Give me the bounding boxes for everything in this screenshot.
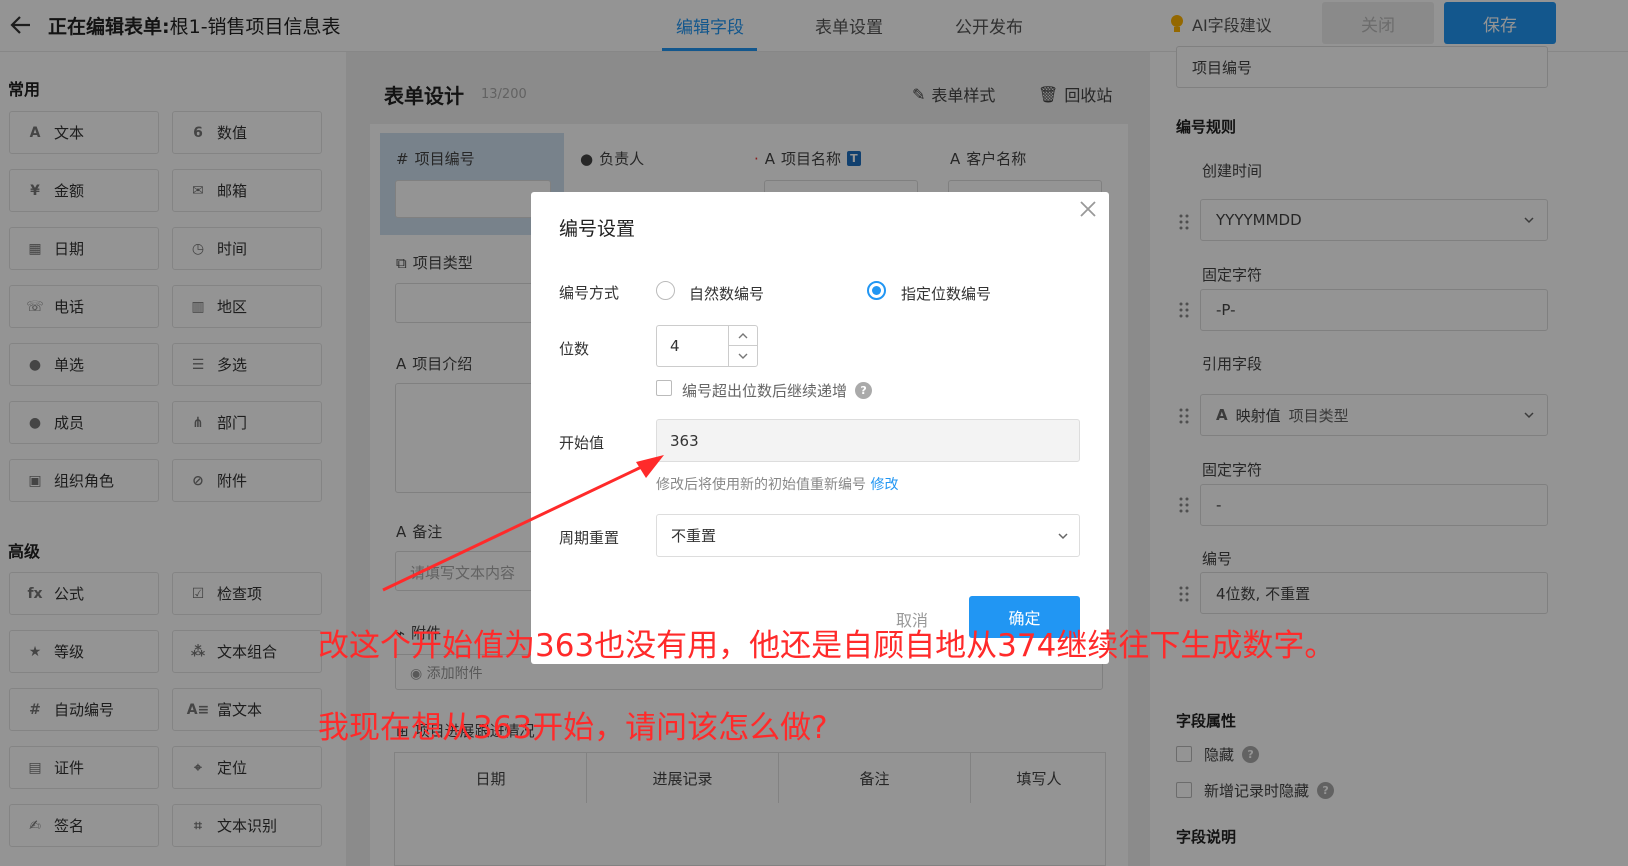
natural-number-radio[interactable] — [656, 281, 675, 300]
decrement-button[interactable] — [729, 346, 757, 366]
digits-input[interactable] — [656, 325, 728, 367]
overflow-label: 编号超出位数后继续递增 — [682, 382, 848, 400]
cycle-reset-select[interactable]: 不重置 — [656, 514, 1080, 557]
overflow-checkbox[interactable] — [656, 380, 672, 396]
dialog-title: 编号设置 — [559, 218, 636, 240]
fixed-digits-label[interactable]: 指定位数编号 — [901, 283, 991, 304]
cycle-reset-label: 周期重置 — [559, 529, 620, 547]
close-icon[interactable] — [1075, 196, 1101, 222]
increment-button[interactable] — [729, 326, 757, 346]
digits-label: 位数 — [559, 340, 590, 358]
numbering-settings-dialog: 编号设置 编号方式 自然数编号 指定位数编号 位数 编号超出位数后继续递增? 开… — [531, 192, 1109, 664]
modify-link[interactable]: 修改 — [870, 477, 898, 493]
hint-text: 修改后将使用新的初始值重新编号 — [656, 477, 866, 493]
cycle-reset-value: 不重置 — [671, 527, 717, 545]
start-value-label: 开始值 — [559, 434, 605, 452]
overflow-option: 编号超出位数后继续递增? — [682, 380, 873, 401]
start-value-hint: 修改后将使用新的初始值重新编号 修改 — [656, 474, 898, 494]
natural-number-label[interactable]: 自然数编号 — [689, 283, 764, 304]
fixed-digits-radio[interactable] — [867, 281, 886, 300]
chevron-down-icon — [1058, 533, 1068, 540]
annotation-line-1: 改这个开始值为363也没有用，他还是自顾自地从374继续往下生成数字。 — [318, 628, 1336, 664]
start-value-input[interactable] — [656, 419, 1080, 462]
method-label: 编号方式 — [559, 284, 620, 302]
chevron-down-icon — [738, 353, 748, 359]
annotation-line-2: 我现在想从363开始，请问该怎么做? — [318, 710, 828, 746]
chevron-up-icon — [738, 332, 748, 338]
help-icon[interactable]: ? — [855, 382, 873, 399]
digits-stepper[interactable] — [728, 325, 758, 367]
